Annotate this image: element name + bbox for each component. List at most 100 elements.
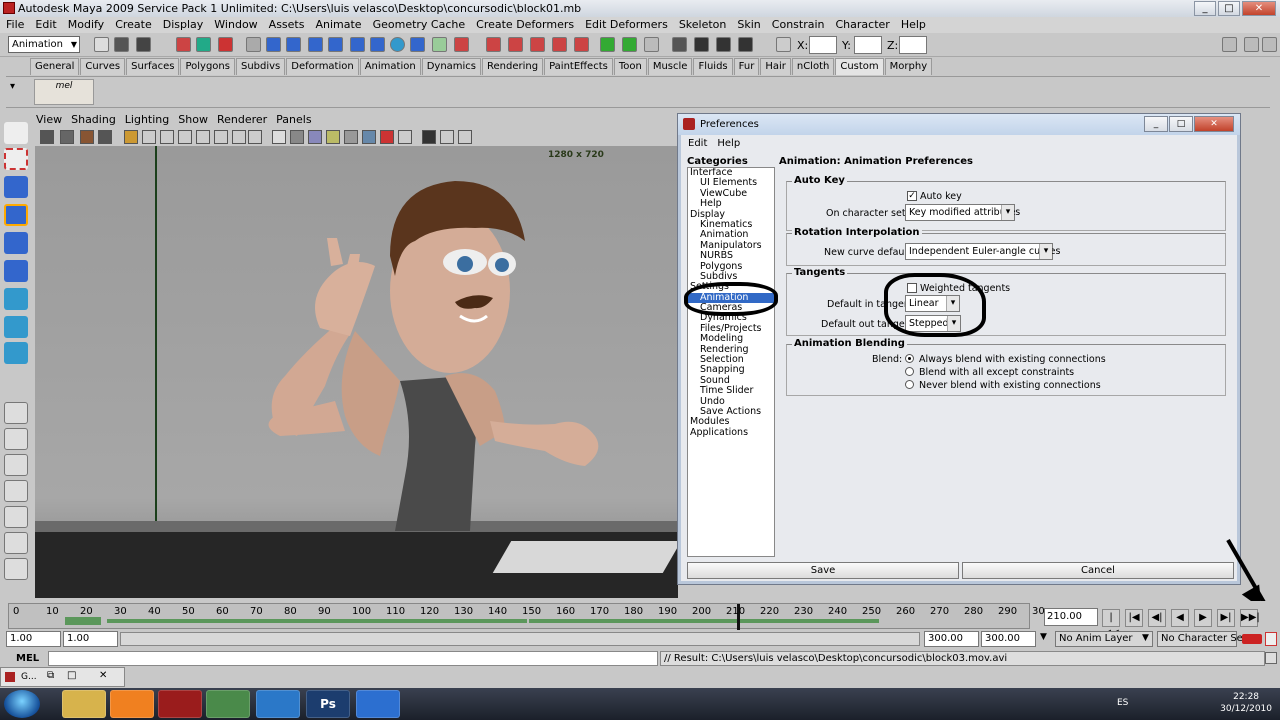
blend-never-radio[interactable] [905, 380, 914, 389]
save-scene-icon[interactable] [136, 37, 151, 52]
prefs-minimize-button[interactable]: _ [1144, 116, 1168, 132]
autokey-icon[interactable] [1242, 634, 1262, 644]
shelf-tab-deformation[interactable]: Deformation [286, 58, 359, 75]
panel-menu-lighting[interactable]: Lighting [125, 113, 169, 128]
smooth-shade-icon[interactable] [272, 130, 286, 144]
go-to-start-icon[interactable]: |◀◀ [1102, 609, 1120, 639]
layout-graph-icon[interactable] [4, 558, 28, 580]
shelf-tab-painteffects[interactable]: PaintEffects [544, 58, 613, 75]
gate-mask-icon[interactable] [178, 130, 192, 144]
ipr-render-icon[interactable] [716, 37, 731, 52]
open-scene-icon[interactable] [114, 37, 129, 52]
anim-prefs-icon[interactable] [1265, 632, 1277, 646]
menu-window[interactable]: Window [214, 18, 257, 31]
shelf-tab-subdivs[interactable]: Subdivs [235, 58, 286, 75]
menu-create-deformers[interactable]: Create Deformers [476, 18, 574, 31]
panel-menu-view[interactable]: View [36, 113, 62, 128]
tool-settings-icon[interactable] [1244, 37, 1259, 52]
shelf-tab-general[interactable]: General [30, 58, 80, 75]
category-help[interactable]: Help [688, 198, 774, 209]
shelf-tab-curves[interactable]: Curves [80, 58, 126, 75]
menu-character[interactable]: Character [836, 18, 890, 31]
textured-icon[interactable] [308, 130, 322, 144]
show-manip-icon[interactable] [4, 342, 28, 364]
menu-skin[interactable]: Skin [737, 18, 760, 31]
command-input[interactable] [48, 651, 658, 666]
blend-always-radio[interactable] [905, 354, 914, 363]
menu-help[interactable]: Help [901, 18, 926, 31]
resolution-gate-icon[interactable] [160, 130, 174, 144]
panel-menu-renderer[interactable]: Renderer [217, 113, 267, 128]
new-curve-select[interactable]: Independent Euler-angle curves [905, 243, 1060, 260]
layout-persp-graph-icon[interactable] [4, 480, 28, 502]
script-editor-icon[interactable] [1265, 652, 1277, 664]
shelf-tab-toon[interactable]: Toon [613, 58, 647, 75]
shelf-tab-ncloth[interactable]: nCloth [791, 58, 835, 75]
step-back-key-icon[interactable]: |◀ [1125, 609, 1143, 627]
chevron-down-icon[interactable]: ▼ [1040, 632, 1047, 642]
shelf-tab-morphy[interactable]: Morphy [884, 58, 933, 75]
anim-layer-select[interactable]: No Anim Layer [1055, 631, 1153, 647]
transform-input-icon[interactable] [776, 37, 791, 52]
select-object-icon[interactable] [196, 37, 211, 52]
blend-except-radio[interactable] [905, 367, 914, 376]
shelf-tab-fluids[interactable]: Fluids [693, 58, 733, 75]
film-gate-icon[interactable] [142, 130, 156, 144]
magnet-icon[interactable] [486, 37, 501, 52]
universal-manip-icon[interactable] [4, 288, 28, 310]
attribute-editor-icon[interactable] [1222, 37, 1237, 52]
menu-skeleton[interactable]: Skeleton [679, 18, 727, 31]
lasso-tool-icon[interactable] [4, 148, 28, 170]
menu-file[interactable]: File [6, 18, 24, 31]
prefs-close-button[interactable]: ✕ [1194, 116, 1234, 132]
snap-plane-icon[interactable] [328, 37, 343, 52]
wire-on-shaded-icon[interactable] [290, 130, 304, 144]
character-model[interactable] [35, 146, 678, 598]
autokey-checkbox[interactable]: ✓ [907, 191, 917, 201]
internet-explorer-icon[interactable] [356, 690, 400, 718]
messenger-icon[interactable] [206, 690, 250, 718]
maximize-button[interactable]: □ [1218, 1, 1240, 16]
new-scene-icon[interactable] [94, 37, 109, 52]
grid-icon[interactable] [124, 130, 138, 144]
magnet2-icon[interactable] [508, 37, 523, 52]
shelf-tab-fur[interactable]: Fur [733, 58, 760, 75]
anim-start-field[interactable]: 1.00 [6, 631, 61, 647]
menu-edit[interactable]: Edit [35, 18, 56, 31]
cancel-button[interactable]: Cancel [962, 562, 1234, 579]
playback-end-field[interactable]: 300.00 [924, 631, 979, 647]
camera-select-icon[interactable] [40, 130, 54, 144]
snap-grid-icon[interactable] [266, 37, 281, 52]
shelf-menu-icon[interactable]: ▾ [10, 81, 15, 92]
render-settings-icon[interactable] [454, 37, 469, 52]
anim-end-field[interactable]: 300.00 [981, 631, 1036, 647]
construction-icon[interactable] [644, 37, 659, 52]
layout-two-icon[interactable] [4, 454, 28, 476]
explorer-icon[interactable] [62, 690, 106, 718]
mel-label[interactable]: MEL [16, 653, 39, 664]
select-component-icon[interactable] [218, 37, 233, 52]
menu-geometry-cache[interactable]: Geometry Cache [373, 18, 466, 31]
bookmark-icon[interactable] [80, 130, 94, 144]
output-ops-icon[interactable] [622, 37, 637, 52]
paint-select-icon[interactable] [4, 176, 28, 198]
perspective-viewport[interactable]: 1280 x 720 [35, 146, 678, 598]
prefs-maximize-button[interactable]: □ [1169, 116, 1193, 132]
layout-single-icon[interactable] [4, 402, 28, 424]
menu-set-selector[interactable]: Animation [8, 36, 80, 53]
charsets-select[interactable]: Key modified attributes [905, 204, 1020, 221]
input-ops-icon[interactable] [600, 37, 615, 52]
photoshop-icon[interactable]: Ps [306, 690, 350, 718]
snap-curve-icon[interactable] [286, 37, 301, 52]
start-button[interactable] [4, 690, 40, 718]
maya-taskbar-icon[interactable] [158, 690, 202, 718]
wireframe-icon[interactable] [248, 130, 262, 144]
render-view-icon[interactable] [672, 37, 687, 52]
y-field[interactable] [854, 36, 882, 54]
shelf-tab-muscle[interactable]: Muscle [647, 58, 693, 75]
xray-joints-icon[interactable] [398, 130, 412, 144]
play-backwards-icon[interactable]: ◀ [1171, 609, 1189, 627]
render-globals-icon[interactable] [738, 37, 753, 52]
panel-menu-panels[interactable]: Panels [276, 113, 311, 128]
hq-render-icon[interactable] [422, 130, 436, 144]
